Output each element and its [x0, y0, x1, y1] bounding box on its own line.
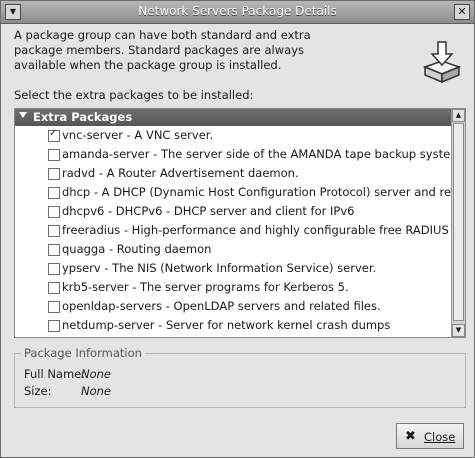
list-item[interactable]: amanda-server - The server side of the A… — [15, 145, 465, 164]
window-close-icon[interactable]: ✕ — [454, 4, 470, 20]
group-title: Extra Packages — [33, 110, 133, 124]
scroll-up-icon[interactable]: ▲ — [452, 109, 465, 122]
package-checkbox[interactable] — [48, 244, 60, 256]
package-checkbox[interactable] — [48, 225, 60, 237]
vertical-scrollbar[interactable]: ▲ ▼ — [451, 109, 465, 337]
package-info-legend: Package Information — [21, 346, 145, 360]
package-label: freeradius - High-performance and highly… — [62, 223, 466, 237]
package-label: dhcp - A DHCP (Dynamic Host Configuratio… — [62, 185, 466, 199]
list-item[interactable]: radvd - A Router Advertisement daemon. — [15, 164, 451, 183]
package-checkbox[interactable] — [48, 168, 60, 180]
package-checkbox[interactable] — [48, 320, 60, 332]
list-item[interactable]: dhcp - A DHCP (Dynamic Host Configuratio… — [15, 183, 465, 202]
package-label: quagga - Routing daemon — [62, 242, 212, 256]
list-item[interactable]: netdump-server - Server for network kern… — [15, 316, 451, 335]
list-item[interactable]: ypserv - The NIS (Network Information Se… — [15, 259, 451, 278]
full-name-value: None — [81, 367, 112, 381]
description-text: A package group can have both standard a… — [14, 28, 311, 72]
package-checkbox[interactable] — [48, 282, 60, 294]
package-label: krb5-server - The server programs for Ke… — [62, 280, 349, 294]
package-label: vnc-server - A VNC server. — [62, 128, 214, 142]
scroll-down-icon[interactable]: ▼ — [452, 324, 465, 337]
scrollbar-thumb[interactable] — [453, 123, 464, 321]
package-rows: ✓ vnc-server - A VNC server. amanda-server… — [15, 126, 465, 335]
package-label: openldap-servers - OpenLDAP servers and … — [62, 299, 381, 313]
size-value: None — [81, 384, 112, 398]
full-name-label: Full Name: — [24, 367, 86, 381]
package-checkbox[interactable] — [48, 206, 60, 218]
close-button[interactable]: ✖ Close — [396, 423, 464, 449]
list-item[interactable]: freeradius - High-performance and highly… — [15, 221, 465, 240]
select-label: Select the extra packages to be installe… — [14, 88, 254, 102]
package-checkbox[interactable] — [48, 263, 60, 275]
title-bar[interactable]: ▼ Network Servers Package Details ✕ — [1, 1, 474, 24]
package-label: amanda-server - The server side of the A… — [62, 147, 466, 161]
list-item[interactable]: ✓ vnc-server - A VNC server. — [15, 126, 451, 145]
package-install-icon — [422, 41, 462, 84]
close-button-label: Close — [424, 430, 456, 444]
package-label: dhcpv6 - DHCPv6 - DHCP server and client… — [62, 204, 355, 218]
checkmark-icon: ✓ — [49, 128, 58, 139]
list-item[interactable]: krb5-server - The server programs for Ke… — [15, 278, 451, 297]
list-item[interactable]: quagga - Routing daemon — [15, 240, 451, 259]
package-checkbox[interactable] — [48, 301, 60, 313]
package-checkbox[interactable]: ✓ — [48, 128, 60, 142]
package-checkbox[interactable] — [48, 149, 60, 161]
list-item[interactable]: dhcpv6 - DHCPv6 - DHCP server and client… — [15, 202, 451, 221]
group-header-extra-packages[interactable]: Extra Packages — [15, 109, 451, 126]
package-checkbox[interactable] — [48, 187, 60, 199]
package-label: netdump-server - Server for network kern… — [62, 318, 391, 332]
expander-triangle-icon[interactable] — [19, 112, 27, 118]
package-label: radvd - A Router Advertisement daemon. — [62, 166, 299, 180]
package-info-frame: Full Name: None Size: None — [14, 353, 466, 408]
list-item[interactable]: openldap-servers - OpenLDAP servers and … — [15, 297, 451, 316]
package-label: ypserv - The NIS (Network Information Se… — [62, 261, 377, 275]
window-title: Network Servers Package Details — [138, 4, 337, 18]
package-list[interactable]: Extra Packages ✓ vnc-server - A VNC serve… — [14, 108, 466, 338]
size-label: Size: — [24, 384, 52, 398]
close-icon: ✖ — [405, 429, 416, 444]
dialog-window: ▼ Network Servers Package Details ✕ A pa… — [0, 0, 475, 458]
